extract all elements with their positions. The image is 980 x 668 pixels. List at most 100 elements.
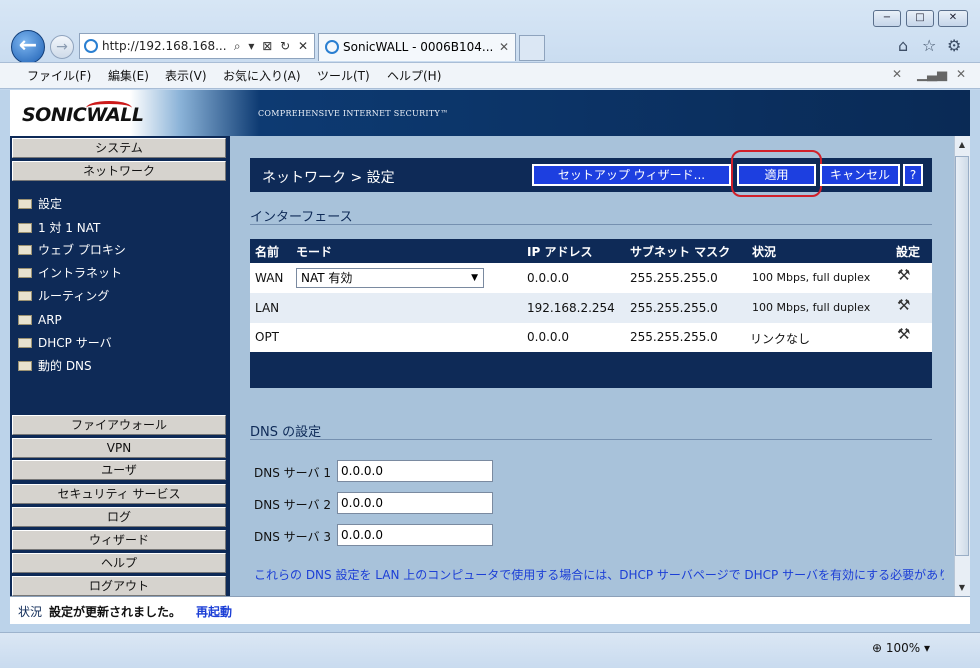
dns3-label: DNS サーバ 3 xyxy=(254,530,331,544)
configure-wrench-icon[interactable]: ⚒ xyxy=(897,296,910,314)
opt-status: リンクなし xyxy=(750,332,811,346)
address-bar[interactable]: http://192.168.168... ⌕ ▾ ⊠ ↻ ✕ xyxy=(79,33,315,59)
nav-log[interactable]: ログ xyxy=(12,507,226,527)
lan-mask: 255.255.255.0 xyxy=(630,301,718,315)
lan-status: 100 Mbps, full duplex xyxy=(752,301,871,314)
zoom-value: 100% xyxy=(885,641,921,655)
col-mode: モード xyxy=(296,245,333,259)
nav-network[interactable]: ネットワーク xyxy=(12,161,226,181)
nav-item-label: 1 対 1 NAT xyxy=(38,221,101,235)
banner-tagline: COMPREHENSIVE INTERNET SECURITY™ xyxy=(258,109,449,118)
folder-icon xyxy=(18,361,32,371)
sonicwall-banner xyxy=(10,90,970,136)
tools-gear-icon[interactable]: ⚙ xyxy=(947,36,961,55)
nav-item-intranet[interactable]: イントラネット xyxy=(18,264,122,282)
menu-help[interactable]: ヘルプ(H) xyxy=(387,67,441,84)
nav-item-label: ルーティング xyxy=(38,289,110,303)
signal-bars-icon: ▁▃▅ xyxy=(917,67,947,82)
dns2-label: DNS サーバ 2 xyxy=(254,498,331,512)
folder-icon xyxy=(18,245,32,255)
dns3-input[interactable]: 0.0.0.0 xyxy=(337,524,493,546)
nav-help[interactable]: ヘルプ xyxy=(12,553,226,573)
nav-item-arp[interactable]: ARP xyxy=(18,311,62,329)
scroll-down-icon[interactable]: ▼ xyxy=(955,583,969,592)
table-row xyxy=(250,323,932,353)
status-message: 設定が更新されました。 xyxy=(49,605,182,619)
menu-file[interactable]: ファイル(F) xyxy=(27,67,91,84)
menu-tools[interactable]: ツール(T) xyxy=(317,67,370,84)
configure-wrench-icon[interactable]: ⚒ xyxy=(897,266,910,284)
folder-icon xyxy=(18,268,32,278)
open-folder-icon xyxy=(18,199,32,209)
nav-users[interactable]: ユーザ xyxy=(12,460,226,480)
close-window-button[interactable]: ✕ xyxy=(938,10,968,27)
close-toolbar-icon[interactable]: ✕ xyxy=(956,67,966,81)
cancel-button[interactable]: キャンセル xyxy=(820,164,900,186)
wan-mode-select[interactable]: NAT 有効 ▼ xyxy=(296,268,484,288)
wan-name: WAN xyxy=(255,271,284,285)
dns1-input[interactable]: 0.0.0.0 xyxy=(337,460,493,482)
tab-close-icon[interactable]: ✕ xyxy=(499,34,509,60)
nav-item-routing[interactable]: ルーティング xyxy=(18,287,109,305)
zoom-level[interactable]: ⊕ 100% ▾ xyxy=(872,641,930,655)
nav-item-web-proxy[interactable]: ウェブ プロキシ xyxy=(18,241,126,259)
menu-favorites[interactable]: お気に入り(A) xyxy=(223,67,301,84)
setup-wizard-button[interactable]: セットアップ ウィザード... xyxy=(532,164,731,186)
folder-icon xyxy=(18,223,32,233)
browser-status-bar xyxy=(0,632,980,668)
dns2-input[interactable]: 0.0.0.0 xyxy=(337,492,493,514)
forward-button[interactable]: → xyxy=(50,35,74,59)
address-controls[interactable]: ⌕ ▾ ⊠ ↻ ✕ xyxy=(234,34,310,58)
section-divider xyxy=(250,439,932,440)
sonicwall-logo: SONICWALL xyxy=(22,104,144,126)
restart-link[interactable]: 再起動 xyxy=(196,603,232,620)
zoom-dropdown-icon: ▾ xyxy=(920,641,931,655)
ie-tab-icon xyxy=(325,40,339,54)
wan-mode-value: NAT 有効 xyxy=(301,271,353,285)
menu-edit[interactable]: 編集(E) xyxy=(108,67,149,84)
new-tab-button[interactable] xyxy=(519,35,545,61)
nav-firewall[interactable]: ファイアウォール xyxy=(12,415,226,435)
nav-item-one-to-one-nat[interactable]: 1 対 1 NAT xyxy=(18,219,100,237)
nav-item-label: ウェブ プロキシ xyxy=(38,243,126,257)
dns-section-title: DNS の設定 xyxy=(250,425,322,440)
back-button[interactable]: ← xyxy=(11,30,45,64)
nav-item-label: 設定 xyxy=(38,197,63,211)
nav-system[interactable]: システム xyxy=(12,138,226,158)
nav-wizard[interactable]: ウィザード xyxy=(12,530,226,550)
favorites-star-icon[interactable]: ☆ xyxy=(922,36,936,55)
nav-item-settings[interactable]: 設定 xyxy=(18,195,62,213)
tab-title: SonicWALL - 0006B104... xyxy=(343,40,494,54)
dns1-label: DNS サーバ 1 xyxy=(254,466,331,480)
maximize-button[interactable]: □ xyxy=(906,10,934,27)
nav-item-dhcp-server[interactable]: DHCP サーバ xyxy=(18,334,112,352)
home-icon[interactable]: ⌂ xyxy=(898,36,908,55)
scroll-up-icon[interactable]: ▲ xyxy=(955,140,969,149)
opt-ip: 0.0.0.0 xyxy=(527,330,569,344)
close-menubar-icon[interactable]: ✕ xyxy=(892,67,902,81)
configure-wrench-icon[interactable]: ⚒ xyxy=(897,325,910,343)
lan-ip: 192.168.2.254 xyxy=(527,301,615,315)
back-arrow-icon: ← xyxy=(18,33,38,58)
interface-table-footer xyxy=(250,352,932,388)
section-divider xyxy=(250,224,932,225)
apply-highlight-circle xyxy=(731,150,822,197)
nav-vpn[interactable]: VPN xyxy=(12,438,226,458)
nav-logout[interactable]: ログアウト xyxy=(12,576,226,596)
col-config: 設定 xyxy=(896,245,921,259)
menu-view[interactable]: 表示(V) xyxy=(165,67,207,84)
browser-tab-active[interactable]: SonicWALL - 0006B104... ✕ xyxy=(318,33,516,61)
folder-icon xyxy=(18,338,32,348)
minimize-button[interactable]: − xyxy=(873,10,901,27)
help-button[interactable]: ? xyxy=(903,164,923,186)
col-status: 状況 xyxy=(752,245,777,259)
nav-security-services[interactable]: セキュリティ サービス xyxy=(12,484,226,504)
scrollbar-thumb[interactable] xyxy=(955,156,969,556)
wan-mask: 255.255.255.0 xyxy=(630,271,718,285)
col-name: 名前 xyxy=(255,245,280,259)
col-mask: サブネット マスク xyxy=(630,245,731,259)
nav-item-dynamic-dns[interactable]: 動的 DNS xyxy=(18,357,92,375)
interface-section-title: インターフェース xyxy=(250,210,353,225)
lan-name: LAN xyxy=(255,301,280,315)
dns-note: これらの DNS 設定を LAN 上のコンピュータで使用する場合には、DHCP … xyxy=(254,568,944,582)
